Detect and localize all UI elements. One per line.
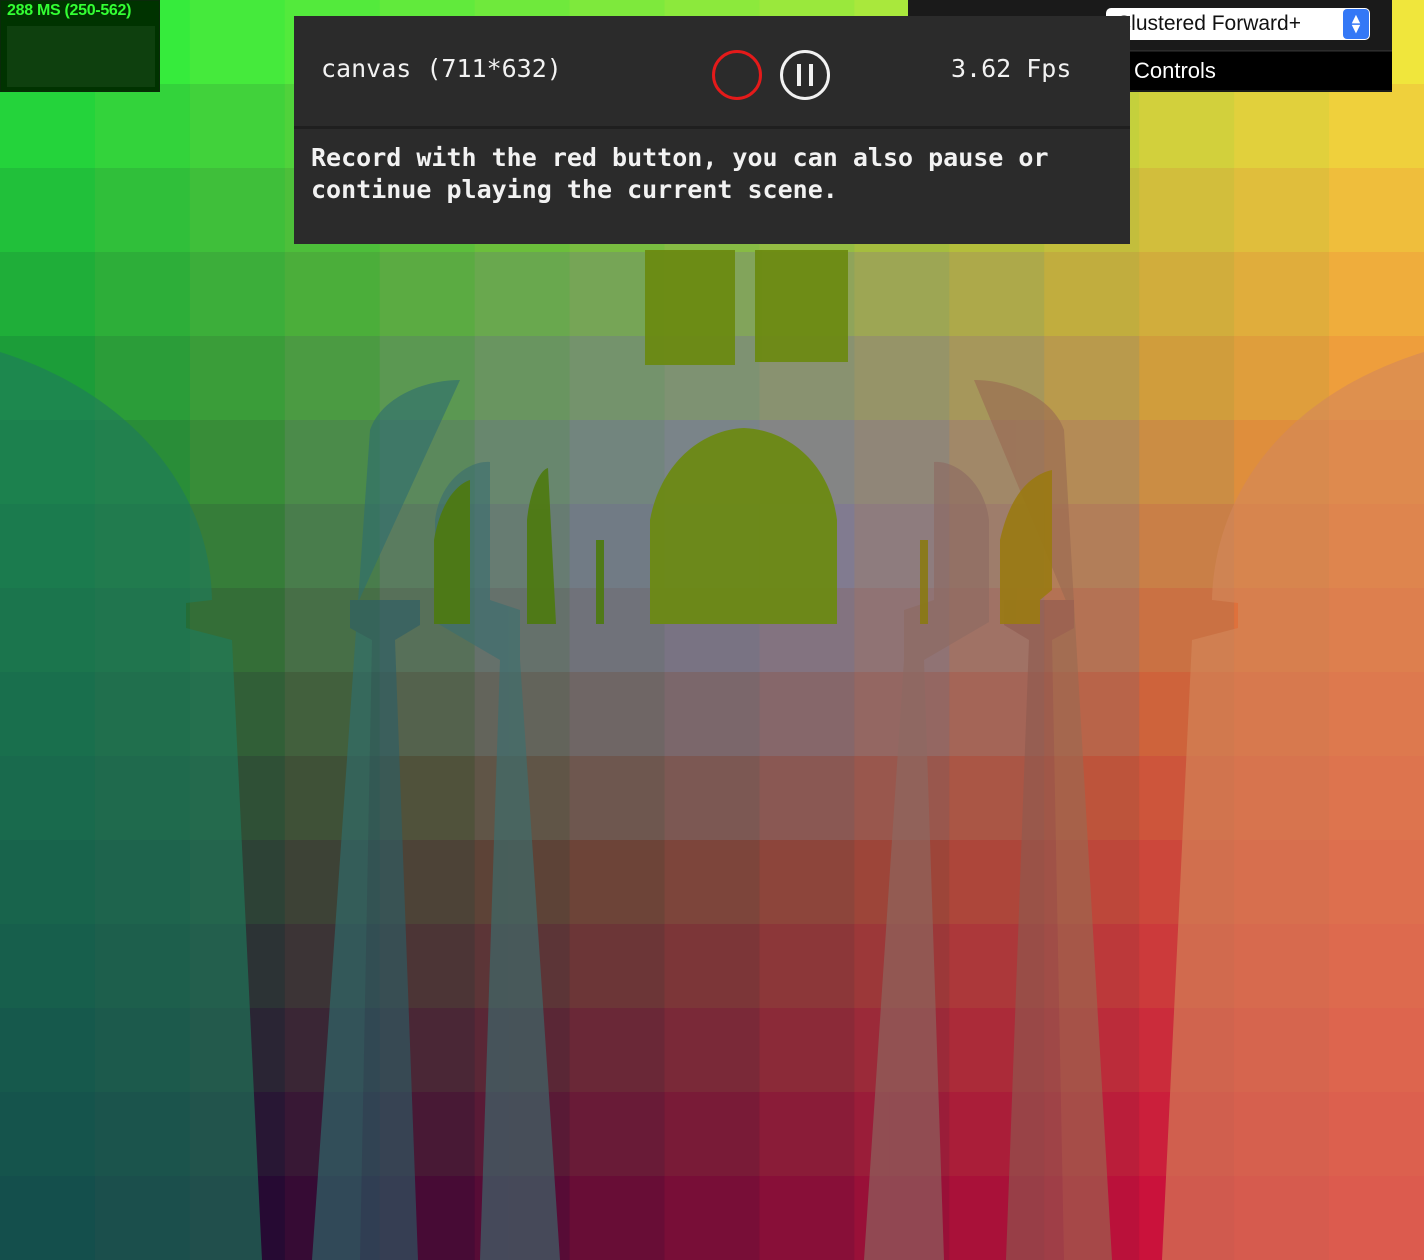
frame-time-readout: 288 MS (250-562) — [7, 2, 132, 19]
mid-right-window — [920, 540, 928, 624]
cluster-tile — [664, 840, 761, 925]
cluster-tile — [1139, 168, 1235, 253]
cluster-tile — [189, 168, 286, 253]
cluster-tile — [474, 336, 571, 421]
cluster-tile — [284, 252, 381, 337]
cluster-tile — [854, 252, 950, 337]
cluster-tile — [0, 84, 96, 169]
cluster-tile — [759, 924, 855, 1009]
canvas-size-label: canvas (711*632) — [321, 54, 562, 83]
cluster-tile — [569, 420, 666, 505]
cluster-tile — [569, 1092, 666, 1177]
pause-button[interactable] — [780, 50, 830, 100]
stats-panel[interactable]: 288 MS (250-562) — [0, 0, 160, 92]
cluster-tile — [189, 84, 286, 169]
cluster-tile — [1234, 252, 1330, 337]
renderer-select[interactable]: Clustered Forward+ ▲ ▼ — [1106, 8, 1370, 40]
cluster-tile — [664, 1176, 761, 1260]
cluster-tile — [569, 840, 666, 925]
mid-left-window-2 — [596, 540, 604, 624]
cluster-tile — [569, 1176, 666, 1260]
cluster-tile — [759, 1176, 855, 1260]
cluster-tile — [189, 252, 286, 337]
cluster-tile — [284, 336, 381, 421]
upper-window-left — [645, 250, 735, 365]
cluster-tile — [1329, 84, 1424, 169]
cluster-tile — [1044, 252, 1140, 337]
cluster-tile — [189, 336, 286, 421]
cluster-tile — [1234, 168, 1330, 253]
render-viewport[interactable]: 288 MS (250-562) Clustered Forward+ ▲ ▼ C… — [0, 0, 1424, 1260]
cluster-tile — [759, 1008, 855, 1093]
cluster-tile — [949, 252, 1045, 337]
controls-label: Controls — [1134, 58, 1216, 83]
recorder-header: canvas (711*632) 3.62 Fps — [294, 16, 1130, 129]
fps-readout: 3.62 Fps — [951, 54, 1072, 83]
cluster-tile — [664, 672, 761, 757]
cluster-tile — [1234, 84, 1330, 169]
recorder-help-text: Record with the red button, you can also… — [311, 143, 1049, 204]
cluster-tile — [569, 1008, 666, 1093]
cluster-tile — [759, 672, 855, 757]
cluster-tile — [0, 168, 96, 253]
cluster-tile — [759, 1092, 855, 1177]
up-down-chevron-icon: ▲ ▼ — [1343, 9, 1369, 39]
cluster-tile — [759, 840, 855, 925]
cluster-tile — [379, 252, 476, 337]
cluster-tile — [189, 0, 286, 85]
cluster-tile — [569, 756, 666, 841]
upper-window-right — [755, 250, 848, 362]
cluster-tile — [1044, 336, 1140, 421]
cluster-tile — [664, 1092, 761, 1177]
cluster-tile — [664, 756, 761, 841]
cluster-tile — [1329, 252, 1424, 337]
cluster-tile — [1139, 420, 1235, 505]
cluster-tile — [1329, 168, 1424, 253]
renderer-select-value: Clustered Forward+ — [1116, 12, 1301, 35]
recorder-overlay: canvas (711*632) 3.62 Fps Record with th… — [294, 16, 1130, 244]
cluster-tile — [664, 1008, 761, 1093]
cluster-tile — [94, 168, 191, 253]
record-button[interactable] — [712, 50, 762, 100]
cluster-tile — [664, 924, 761, 1009]
frame-time-graph — [7, 26, 155, 87]
cluster-tile — [854, 336, 950, 421]
cluster-tile — [1139, 336, 1235, 421]
cluster-tile — [1139, 252, 1235, 337]
cluster-tile — [94, 84, 191, 169]
cluster-tile — [569, 924, 666, 1009]
cluster-tile — [569, 672, 666, 757]
cluster-tile — [189, 420, 286, 505]
cluster-tile — [759, 756, 855, 841]
cluster-tile — [94, 252, 191, 337]
cluster-tile — [1139, 84, 1235, 169]
cluster-tile — [474, 252, 571, 337]
cluster-tile — [0, 252, 96, 337]
